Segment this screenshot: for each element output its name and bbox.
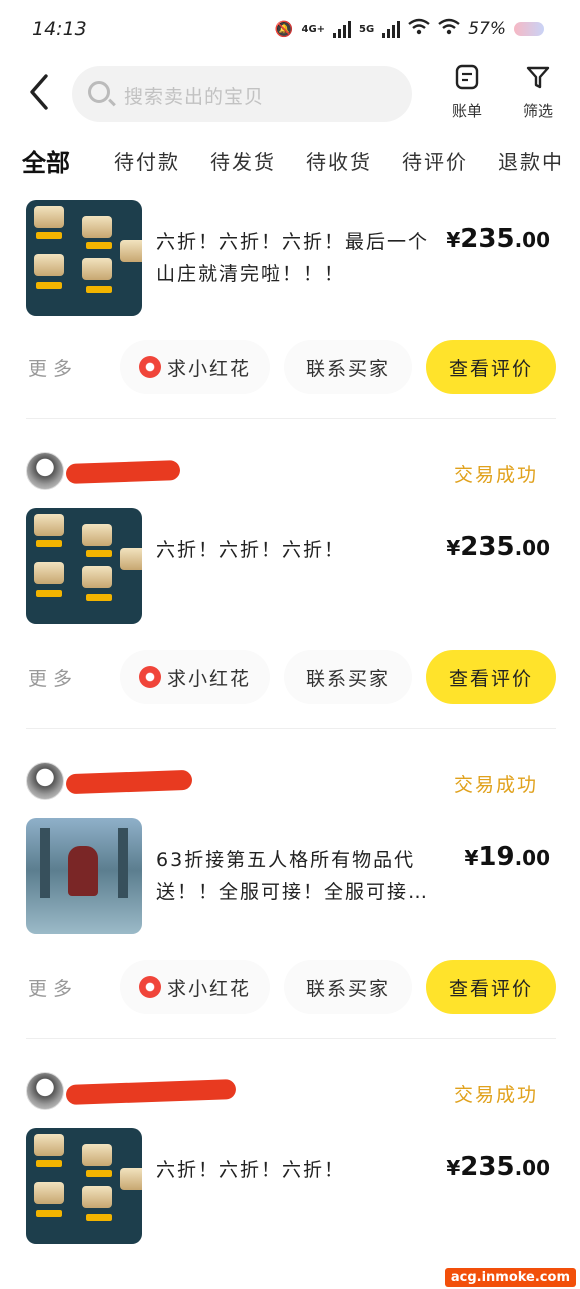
flower-button[interactable]: 求小红花 bbox=[120, 340, 270, 394]
status-icons: 🔕 4G+ 5G 57% bbox=[275, 18, 544, 40]
avatar[interactable] bbox=[26, 1072, 64, 1110]
search-input[interactable]: 搜索卖出的宝贝 bbox=[72, 66, 412, 122]
item-title: 六折！六折！六折！最后一个山庄就清完啦！！！ bbox=[156, 231, 430, 285]
item-price: ¥235.00 bbox=[446, 224, 550, 254]
view-review-button[interactable]: 查看评价 bbox=[426, 650, 556, 704]
contact-buyer-button[interactable]: 联系买家 bbox=[284, 340, 412, 394]
top-bar: 搜索卖出的宝贝 账单 筛选 bbox=[0, 62, 580, 130]
avatar[interactable] bbox=[26, 762, 64, 800]
signal-bars-2-icon bbox=[382, 20, 401, 38]
divider bbox=[26, 1038, 556, 1039]
back-button[interactable] bbox=[26, 72, 58, 116]
view-review-button[interactable]: 查看评价 bbox=[426, 960, 556, 1014]
status-badge: 交易成功 bbox=[453, 464, 538, 486]
bill-icon bbox=[455, 64, 479, 90]
battery-percent: 57% bbox=[468, 19, 506, 39]
divider bbox=[26, 728, 556, 729]
bill-button[interactable]: 账单 bbox=[440, 64, 494, 121]
seller-row: 交易成功 bbox=[26, 452, 566, 492]
tab-pending-shipment[interactable]: 待发货 bbox=[210, 146, 276, 175]
tab-pending-receipt[interactable]: 待收货 bbox=[306, 146, 372, 175]
tab-pending-review[interactable]: 待评价 bbox=[402, 146, 468, 175]
flower-icon bbox=[138, 666, 161, 688]
redaction-mark bbox=[65, 1079, 237, 1105]
contact-buyer-button[interactable]: 联系买家 bbox=[284, 960, 412, 1014]
redaction-mark bbox=[65, 460, 181, 484]
item-title: 六折！六折！六折！ bbox=[156, 539, 346, 561]
avatar[interactable] bbox=[26, 452, 64, 490]
order-actions: 更多 求小红花 联系买家 查看评价 bbox=[26, 650, 556, 704]
signal-bars-icon bbox=[333, 20, 352, 38]
filter-button[interactable]: 筛选 bbox=[511, 64, 565, 121]
view-review-button[interactable]: 查看评价 bbox=[426, 340, 556, 394]
signal-5g-icon: 5G bbox=[359, 23, 375, 35]
more-button[interactable]: 更多 bbox=[28, 664, 78, 691]
seller-row: 交易成功 bbox=[26, 762, 566, 802]
order-actions: 更多 求小红花 联系买家 查看评价 bbox=[26, 340, 556, 394]
item-price: ¥235.00 bbox=[446, 1152, 550, 1182]
bill-label: 账单 bbox=[451, 102, 482, 120]
item-price: ¥235.00 bbox=[446, 532, 550, 562]
status-badge: 交易成功 bbox=[453, 774, 538, 796]
wifi-2-icon bbox=[438, 18, 460, 40]
seller-row: 交易成功 bbox=[26, 1072, 566, 1112]
order-tabs: 全部 待付款 待发货 待收货 待评价 退款中 bbox=[0, 140, 580, 184]
more-button[interactable]: 更多 bbox=[28, 974, 78, 1001]
order-item[interactable]: 六折！六折！六折！ ¥235.00 bbox=[26, 508, 556, 624]
status-badge: 交易成功 bbox=[453, 1084, 538, 1106]
more-button[interactable]: 更多 bbox=[28, 354, 78, 381]
item-title: 六折！六折！六折！ bbox=[156, 1159, 346, 1181]
order-item[interactable]: 63折接第五人格所有物品代送！！全服可接！全服可接… ¥19.00 bbox=[26, 818, 556, 934]
filter-icon bbox=[526, 66, 550, 89]
mute-icon: 🔕 bbox=[274, 20, 294, 38]
status-bar: 14:13 🔕 4G+ 5G 57% bbox=[0, 0, 580, 60]
signal-4g-icon: 4G+ bbox=[301, 23, 326, 35]
flower-button[interactable]: 求小红花 bbox=[120, 650, 270, 704]
item-title: 63折接第五人格所有物品代送！！全服可接！全服可接… bbox=[156, 849, 430, 903]
divider bbox=[26, 418, 556, 419]
filter-label: 筛选 bbox=[522, 102, 553, 120]
flower-icon bbox=[138, 356, 161, 378]
watermark: acg.inmoke.com bbox=[444, 1268, 576, 1287]
contact-buyer-button[interactable]: 联系买家 bbox=[284, 650, 412, 704]
item-thumbnail bbox=[26, 508, 142, 624]
battery-icon bbox=[514, 22, 544, 36]
item-price: ¥19.00 bbox=[464, 842, 550, 872]
flower-icon bbox=[138, 976, 161, 998]
tab-pending-payment[interactable]: 待付款 bbox=[114, 146, 180, 175]
tab-refunding[interactable]: 退款中 bbox=[498, 146, 564, 175]
tab-all[interactable]: 全部 bbox=[20, 143, 72, 178]
item-thumbnail bbox=[26, 818, 142, 934]
status-time: 14:13 bbox=[32, 18, 87, 40]
search-icon bbox=[88, 81, 110, 103]
redaction-mark bbox=[65, 769, 193, 795]
order-item[interactable]: 六折！六折！六折！最后一个山庄就清完啦！！！ ¥235.00 bbox=[26, 200, 556, 316]
chevron-left-icon bbox=[30, 74, 48, 110]
order-item[interactable]: 六折！六折！六折！ ¥235.00 bbox=[26, 1128, 556, 1244]
item-thumbnail bbox=[26, 200, 142, 316]
order-actions: 更多 求小红花 联系买家 查看评价 bbox=[26, 960, 556, 1014]
flower-button[interactable]: 求小红花 bbox=[120, 960, 270, 1014]
search-placeholder: 搜索卖出的宝贝 bbox=[124, 86, 265, 108]
item-thumbnail bbox=[26, 1128, 142, 1244]
wifi-icon bbox=[408, 18, 430, 40]
